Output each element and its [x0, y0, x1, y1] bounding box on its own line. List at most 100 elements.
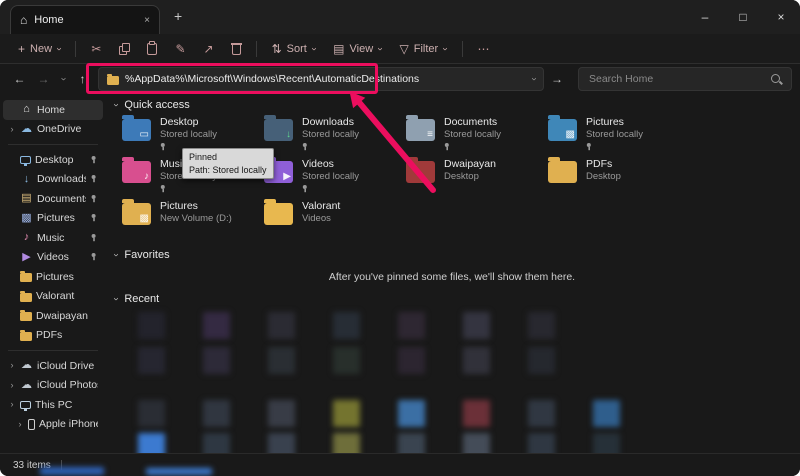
cloud-icon: ☁ — [20, 124, 33, 135]
recent-thumbnail[interactable] — [463, 347, 490, 374]
chevron-icon[interactable]: › — [8, 125, 16, 134]
recent-thumbnail[interactable] — [398, 312, 425, 339]
address-bar[interactable]: %AppData%\Microsoft\Windows\Recent\Autom… — [98, 67, 544, 91]
tab-title: Home — [34, 14, 63, 26]
sidebar-item-icloud-photos[interactable]: ›☁iCloud Photos — [3, 376, 103, 396]
sidebar-item-label: This PC — [35, 399, 98, 411]
filter-button[interactable]: ▽ Filter › — [392, 39, 455, 59]
recent-thumbnail[interactable] — [138, 400, 165, 427]
recent-thumbnail[interactable] — [463, 312, 490, 339]
window-controls: – □ × — [686, 0, 800, 34]
tab-close-icon[interactable]: × — [144, 15, 150, 26]
chevron-icon[interactable]: › — [8, 381, 16, 390]
cloud-icon: ☁ — [20, 360, 33, 371]
more-options-button[interactable]: ⋯ — [470, 39, 498, 59]
sidebar-item-this-pc[interactable]: › This PC — [3, 395, 103, 415]
recent-thumbnail[interactable] — [528, 400, 555, 427]
recent-thumbnail[interactable] — [203, 400, 230, 427]
minimize-button[interactable]: – — [686, 0, 724, 34]
recent-thumbnail[interactable] — [138, 347, 165, 374]
download-icon: ↓ — [20, 174, 33, 185]
address-path[interactable]: %AppData%\Microsoft\Windows\Recent\Autom… — [125, 73, 419, 85]
sidebar-item-valorant[interactable]: Valorant — [3, 287, 103, 307]
pin-icon — [91, 234, 97, 242]
sidebar-item-pictures[interactable]: ▩Pictures — [3, 209, 103, 229]
recent-thumbnail[interactable] — [398, 347, 425, 374]
recent-thumbnail[interactable] — [268, 347, 295, 374]
recent-thumbnail[interactable] — [593, 400, 620, 427]
sidebar-item-onedrive[interactable]: ›☁OneDrive — [3, 120, 103, 140]
new-tab-button[interactable]: + — [174, 9, 182, 23]
recent-locations-button[interactable]: › — [58, 72, 68, 86]
share-icon: ↗ — [204, 43, 214, 55]
close-button[interactable]: × — [762, 0, 800, 34]
sidebar-item-icloud-drive[interactable]: › ☁ iCloud Drive — [3, 356, 103, 376]
pin-icon — [91, 195, 97, 203]
view-button[interactable]: ▤ View › — [325, 39, 389, 59]
sidebar-item-pictures[interactable]: Pictures — [3, 267, 103, 287]
chevron-down-icon: › — [440, 47, 450, 50]
sidebar-item-documents[interactable]: ▤Documents — [3, 189, 103, 209]
back-button[interactable]: ← — [8, 72, 31, 86]
recent-thumbnail[interactable] — [268, 400, 295, 427]
sidebar-item-music[interactable]: ♪Music — [3, 228, 103, 248]
recent-thumbnail[interactable] — [333, 400, 360, 427]
recent-thumbnail[interactable] — [268, 312, 295, 339]
plus-icon: + — [18, 43, 25, 55]
sidebar-item-dwaipayan[interactable]: Dwaipayan — [3, 306, 103, 326]
copy-button[interactable] — [111, 39, 137, 59]
sidebar-item-label: Pictures — [36, 271, 98, 283]
sidebar-item-label: Downloads — [37, 173, 86, 185]
up-button[interactable]: ↑ — [71, 72, 94, 86]
chevron-icon[interactable]: › — [16, 420, 24, 429]
sidebar-item-pdfs[interactable]: PDFs — [3, 326, 103, 346]
folder-icon — [20, 273, 32, 282]
pin-icon — [91, 253, 97, 261]
search-icon — [770, 73, 783, 86]
picture-icon: ▩ — [20, 213, 33, 224]
rename-button[interactable]: ✎ — [167, 39, 193, 59]
delete-button[interactable] — [224, 38, 249, 59]
toolbar-separator — [75, 41, 76, 57]
chevron-icon[interactable]: › — [8, 400, 16, 409]
recent-thumbnail[interactable] — [528, 312, 555, 339]
paste-button[interactable] — [139, 38, 165, 59]
search-input[interactable] — [587, 72, 766, 86]
address-dropdown-icon[interactable]: › — [528, 77, 538, 80]
recent-thumbnail[interactable] — [463, 400, 490, 427]
sidebar: ⌂Home›☁OneDriveDesktop↓Downloads▤Documen… — [0, 94, 106, 454]
sidebar-item-apple-iphone[interactable]: ›Apple iPhone — [3, 415, 103, 435]
sidebar-item-label: iCloud Drive — [37, 360, 98, 372]
recent-thumbnail[interactable] — [528, 347, 555, 374]
share-button[interactable]: ↗ — [196, 39, 222, 59]
filter-label: Filter — [414, 43, 438, 55]
cloud-icon: ☁ — [20, 380, 33, 391]
new-button[interactable]: + New › — [10, 39, 68, 59]
sort-button[interactable]: ⇅ Sort › — [264, 39, 324, 59]
chevron-down-icon: › — [375, 47, 385, 50]
cut-button[interactable]: ✂ — [83, 39, 109, 59]
go-button[interactable]: → — [545, 72, 569, 86]
music-icon: ♪ — [20, 232, 33, 243]
folder-icon — [20, 312, 32, 321]
tooltip-line2: Path: Stored locally — [189, 164, 267, 177]
sidebar-item-label: Videos — [37, 251, 86, 263]
recent-thumbnail[interactable] — [138, 312, 165, 339]
forward-button[interactable]: → — [32, 72, 55, 86]
chevron-icon[interactable]: › — [8, 361, 16, 370]
recent-thumbnail[interactable] — [203, 347, 230, 374]
sidebar-item-desktop[interactable]: Desktop — [3, 150, 103, 170]
tab-home[interactable]: ⌂ Home × — [10, 5, 160, 34]
sidebar-item-downloads[interactable]: ↓ Downloads — [3, 170, 103, 190]
recent-thumbnail[interactable] — [203, 312, 230, 339]
sidebar-list: ⌂Home›☁OneDriveDesktop↓Downloads▤Documen… — [0, 100, 106, 434]
sidebar-item-home[interactable]: ⌂Home — [3, 100, 103, 120]
maximize-button[interactable]: □ — [724, 0, 762, 34]
recent-thumbnail[interactable] — [398, 400, 425, 427]
recent-thumbnail[interactable] — [333, 312, 360, 339]
recent-thumbnail[interactable] — [333, 347, 360, 374]
sidebar-item-videos[interactable]: ▶Videos — [3, 248, 103, 268]
chevron-down-icon: › — [308, 47, 318, 50]
sidebar-item-label: Valorant — [36, 290, 98, 302]
sidebar-item-label: PDFs — [36, 329, 98, 341]
